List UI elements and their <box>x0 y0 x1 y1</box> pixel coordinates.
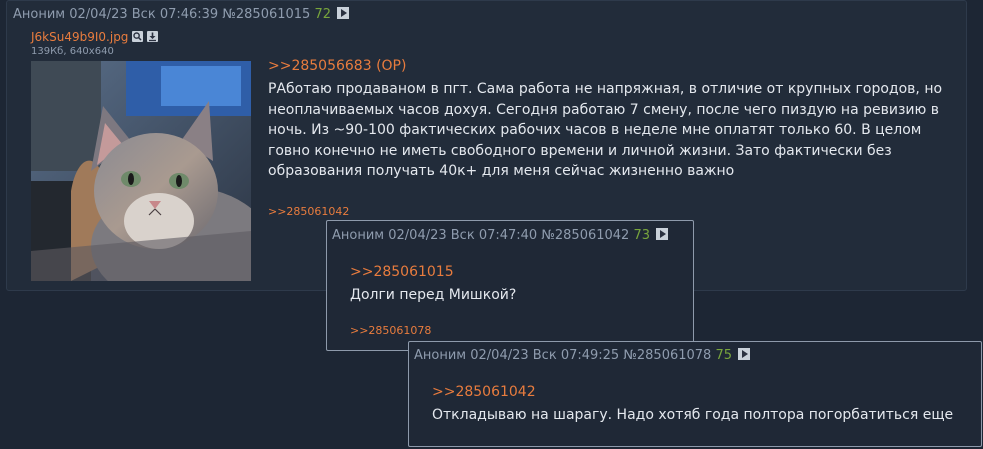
reply-preview-popup: Аноним 02/04/23 Вск 07:49:25 №285061078 … <box>408 341 982 447</box>
file-name-link[interactable]: J6kSu49b9I0.jpg <box>31 30 128 44</box>
op-reply-link[interactable]: >>285056683 (OP) <box>268 58 406 74</box>
play-icon[interactable] <box>337 7 350 19</box>
post-number[interactable]: №285061078 <box>623 348 711 363</box>
post-index: 73 <box>633 228 651 243</box>
post-number[interactable]: №285061015 <box>222 7 310 22</box>
file-name-row: J6kSu49b9I0.jpg <box>31 30 159 44</box>
post-message: Откладываю на шарагу. Надо хотяб года по… <box>432 407 954 423</box>
post-message: Долги перед Мишкой? <box>350 287 517 303</box>
post-date: 02/04/23 Вск 07:46:39 <box>69 7 219 22</box>
reply-preview-popup: Аноним 02/04/23 Вск 07:47:40 №285061042 … <box>326 220 694 351</box>
post-author[interactable]: Аноним <box>13 7 65 22</box>
reply-to-link[interactable]: >>285061015 <box>350 264 454 280</box>
post-index: 72 <box>314 7 332 22</box>
play-icon[interactable] <box>738 348 751 360</box>
play-icon[interactable] <box>656 228 669 240</box>
post-author[interactable]: Аноним <box>414 348 466 363</box>
reply-to-link[interactable]: >>285061042 <box>432 384 536 400</box>
post-date: 02/04/23 Вск 07:47:40 <box>388 228 538 243</box>
post-header: Аноним 02/04/23 Вск 07:49:25 №285061078 … <box>414 348 751 363</box>
file-meta: 139Кб, 640x640 <box>31 46 114 57</box>
replies-link[interactable]: >>285061078 <box>350 324 431 337</box>
post-author[interactable]: Аноним <box>332 228 384 243</box>
download-icon[interactable] <box>147 31 159 42</box>
search-icon[interactable] <box>132 31 144 42</box>
post-date: 02/04/23 Вск 07:49:25 <box>470 348 620 363</box>
post-message: РАботаю продаваном в пгт. Сама работа не… <box>268 81 943 179</box>
post-header: Аноним 02/04/23 Вск 07:47:40 №285061042 … <box>332 228 669 243</box>
cat-image-thumbnail[interactable] <box>31 61 251 281</box>
post-header: Аноним 02/04/23 Вск 07:46:39 №285061015 … <box>13 7 350 22</box>
post-number[interactable]: №285061042 <box>541 228 629 243</box>
post-index: 75 <box>715 348 733 363</box>
replies-link[interactable]: >>285061042 <box>268 205 349 218</box>
